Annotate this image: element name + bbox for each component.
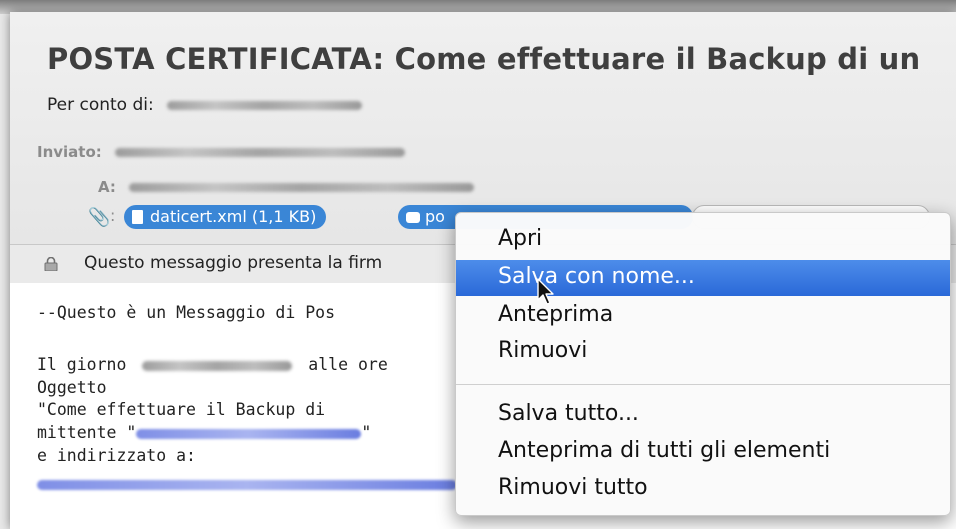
document-icon xyxy=(132,210,143,224)
mouse-pointer-icon xyxy=(537,278,554,305)
sender-redacted xyxy=(167,100,363,110)
recipient-redacted xyxy=(129,182,475,192)
body-line: Il giorno alle ore xyxy=(37,355,388,374)
paperclip-icon: 📎 xyxy=(88,207,111,228)
body-line: mittente " " xyxy=(37,423,372,442)
a-label: A: xyxy=(98,178,116,196)
message-subject: POSTA CERTIFICATA: Come effettuare il Ba… xyxy=(47,42,921,76)
inviato-label: Inviato: xyxy=(37,143,102,161)
lock-icon xyxy=(44,257,58,271)
recipient-link-line xyxy=(37,474,457,493)
message-header: POSTA CERTIFICATA: Come effettuare il Ba… xyxy=(10,12,956,244)
to-row: A: xyxy=(98,177,475,197)
envelope-icon xyxy=(406,212,420,223)
recipient-link[interactable] xyxy=(37,479,457,490)
sent-date-redacted xyxy=(115,147,406,157)
sender-link[interactable] xyxy=(136,428,362,439)
attachment-label: po xyxy=(425,207,445,226)
attachment-label: daticert.xml (1,1 KB) xyxy=(150,207,317,226)
menu-item-salva-tutto[interactable]: Salva tutto... xyxy=(456,397,950,433)
security-message: Questo messaggio presenta la firm xyxy=(84,253,383,273)
menu-item-rimuovi-tutto[interactable]: Rimuovi tutto xyxy=(456,471,950,507)
sender-row: Per conto di: xyxy=(47,95,363,115)
menu-item-anteprima[interactable]: Anteprima xyxy=(456,298,950,334)
attachment-context-menu: Apri Salva con nome... Anteprima Rimuovi… xyxy=(455,212,951,516)
body-line: Oggetto xyxy=(37,378,107,397)
attachment-daticert[interactable]: daticert.xml (1,1 KB) xyxy=(124,205,327,229)
menu-item-salva-con-nome[interactable]: Salva con nome... xyxy=(456,260,950,296)
body-line: "Come effettuare il Backup di xyxy=(37,400,326,419)
per-conto-label: Per conto di: xyxy=(47,95,154,115)
menu-separator xyxy=(456,384,950,385)
sent-row: Inviato: xyxy=(37,142,406,162)
body-line: --Questo è un Messaggio di Pos xyxy=(37,303,336,322)
menu-item-anteprima-tutti[interactable]: Anteprima di tutti gli elementi xyxy=(456,434,950,470)
menu-item-rimuovi[interactable]: Rimuovi xyxy=(456,334,950,370)
menu-item-apri[interactable]: Apri xyxy=(456,222,950,258)
body-line: e indirizzato a: xyxy=(37,446,196,465)
